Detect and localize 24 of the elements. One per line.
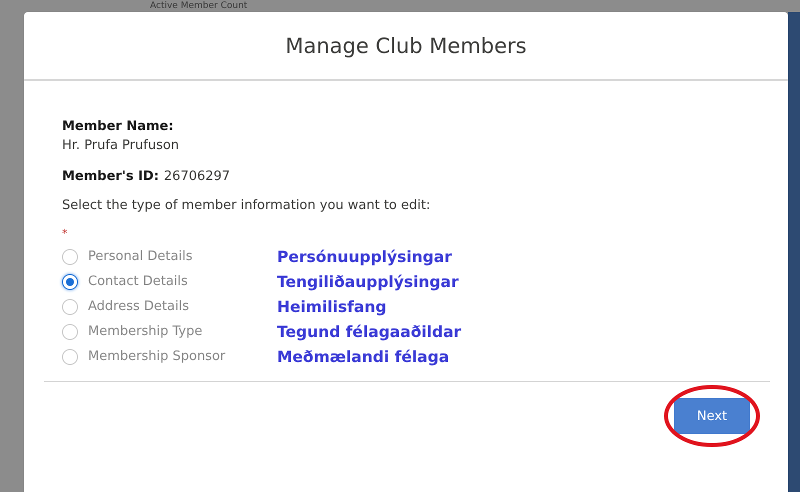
member-name: Hr. Prufa Prufuson <box>62 138 180 153</box>
radio-option[interactable]: Membership Type <box>62 321 277 342</box>
translation-note: Tengiliðaupplýsingar <box>277 272 460 292</box>
next-button[interactable]: Next <box>674 398 750 434</box>
radio-option[interactable]: Membership Sponsor <box>62 346 277 367</box>
modal-title: Manage Club Members <box>285 34 527 58</box>
translation-note: Heimilisfang <box>277 296 388 317</box>
translation-note: Meðmælandi félaga <box>277 346 450 367</box>
required-mark: * <box>62 227 68 240</box>
radio-icon[interactable] <box>62 274 78 290</box>
radio-option[interactable]: Address Details <box>62 296 277 317</box>
background-label: Active Member Count <box>150 0 248 12</box>
radio-icon[interactable] <box>62 248 78 264</box>
radio-icon[interactable] <box>62 298 78 314</box>
member-name-label: Member Name: <box>62 119 175 134</box>
instruction-text: Select the type of member information you want to edit: <box>62 198 432 213</box>
radio-icon[interactable] <box>62 348 78 364</box>
radio-option[interactable]: Contact Details <box>62 271 277 292</box>
translation-note: Persónuupplýsingar <box>277 246 453 267</box>
radio-icon[interactable] <box>62 324 78 340</box>
radio-option[interactable]: Personal Details <box>62 246 277 267</box>
translation-note: Tegund félagaaðildar <box>277 322 462 342</box>
member-id: 26706297 <box>164 169 230 184</box>
member-id-label: Member's ID: <box>62 169 159 184</box>
